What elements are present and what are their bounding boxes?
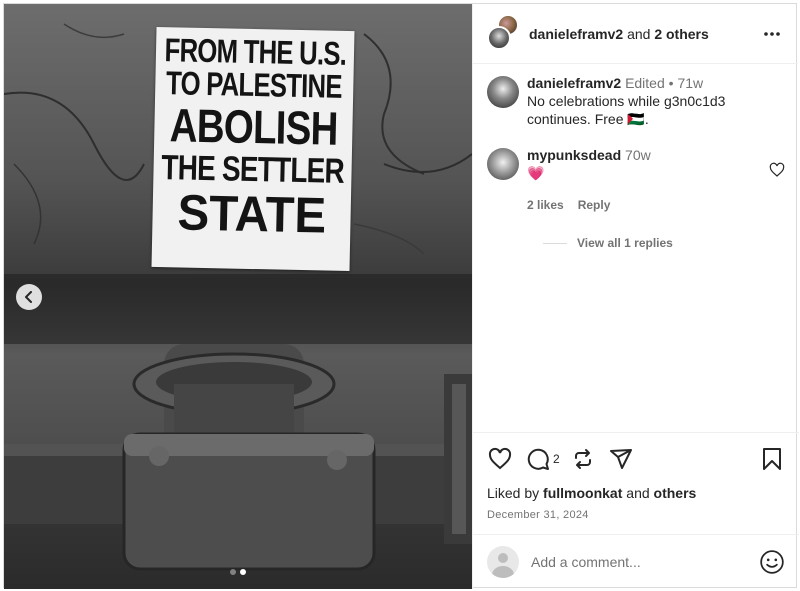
avatar[interactable] xyxy=(487,76,519,108)
post-image[interactable]: FROM THE U.S. TO PALESTINE ABOLISH THE S… xyxy=(4,4,472,589)
reply-button[interactable]: Reply xyxy=(578,196,611,214)
carousel-indicator xyxy=(4,569,472,575)
comment-text: 💗 xyxy=(527,165,545,181)
avatar xyxy=(487,546,519,578)
comment-likes[interactable]: 2 likes xyxy=(527,196,564,214)
emoji-icon[interactable] xyxy=(759,549,785,575)
post-header: danieleframv2 and 2 others xyxy=(473,4,798,64)
view-replies-button[interactable]: View all 1 replies xyxy=(543,236,785,250)
comment-bubble-icon xyxy=(527,448,549,470)
post-date[interactable]: December 31, 2024 xyxy=(487,509,785,521)
post-side-panel: danieleframv2 and 2 others danieleframv2 xyxy=(472,4,799,589)
repost-icon xyxy=(574,449,591,469)
post-actions: 2 Liked by fullmoonkat and others Decemb… xyxy=(473,432,799,521)
collab-avatars[interactable] xyxy=(487,13,519,50)
share-button[interactable] xyxy=(608,446,634,472)
send-icon xyxy=(609,449,632,469)
comment-count: 2 xyxy=(553,452,560,466)
heart-outline-icon[interactable] xyxy=(769,162,785,178)
poster-line: ABOLISH xyxy=(169,98,338,155)
add-comment-bar xyxy=(473,534,799,589)
comment-username[interactable]: mypunksdead xyxy=(527,147,621,163)
liked-by: Liked by fullmoonkat and others xyxy=(487,485,785,501)
caption: danieleframv2 Edited • 71w No celebratio… xyxy=(487,74,785,128)
more-options-button[interactable] xyxy=(760,22,784,46)
view-replies-label: View all 1 replies xyxy=(577,236,673,250)
poster-line: THE SETTLER xyxy=(160,148,345,191)
avatar xyxy=(487,25,511,50)
protest-poster: FROM THE U.S. TO PALESTINE ABOLISH THE S… xyxy=(151,26,355,272)
post-dialog: FROM THE U.S. TO PALESTINE ABOLISH THE S… xyxy=(3,3,799,589)
repost-button[interactable] xyxy=(570,446,596,472)
liked-by-and: and xyxy=(626,485,650,501)
others-link[interactable]: 2 others xyxy=(654,26,708,42)
liked-by-user[interactable]: fullmoonkat xyxy=(543,485,622,501)
caption-text: No celebrations while g3n0c1d3 continues… xyxy=(527,93,726,127)
separator: • xyxy=(668,75,674,91)
like-button[interactable] xyxy=(487,446,513,472)
more-horizontal-icon xyxy=(764,31,780,36)
carousel-dot-active xyxy=(240,569,246,575)
poster-line: TO PALESTINE xyxy=(166,64,343,105)
caption-time[interactable]: 71w xyxy=(677,75,703,91)
edited-label: Edited xyxy=(625,75,665,91)
comment-input[interactable] xyxy=(531,554,759,570)
and-text: and xyxy=(627,25,651,42)
liked-by-prefix: Liked by xyxy=(487,485,540,501)
comment-time[interactable]: 70w xyxy=(625,147,651,163)
chevron-left-icon xyxy=(25,291,32,303)
comments-section: danieleframv2 Edited • 71w No celebratio… xyxy=(473,64,799,432)
caption-username[interactable]: danieleframv2 xyxy=(527,75,621,91)
divider xyxy=(543,242,567,244)
bookmark-icon xyxy=(763,448,781,470)
save-button[interactable] xyxy=(759,446,785,472)
carousel-dot xyxy=(230,569,236,575)
avatar[interactable] xyxy=(487,148,519,180)
comment-button[interactable] xyxy=(525,446,551,472)
comment: mypunksdead 70w 💗 2 likes Reply xyxy=(487,146,785,214)
author-username[interactable]: danieleframv2 xyxy=(529,26,623,42)
heart-outline-icon xyxy=(488,447,512,470)
poster-line: STATE xyxy=(176,184,327,244)
post-authors: danieleframv2 and 2 others xyxy=(529,26,760,42)
carousel-prev-button[interactable] xyxy=(16,284,42,310)
liked-by-others[interactable]: others xyxy=(654,485,697,501)
